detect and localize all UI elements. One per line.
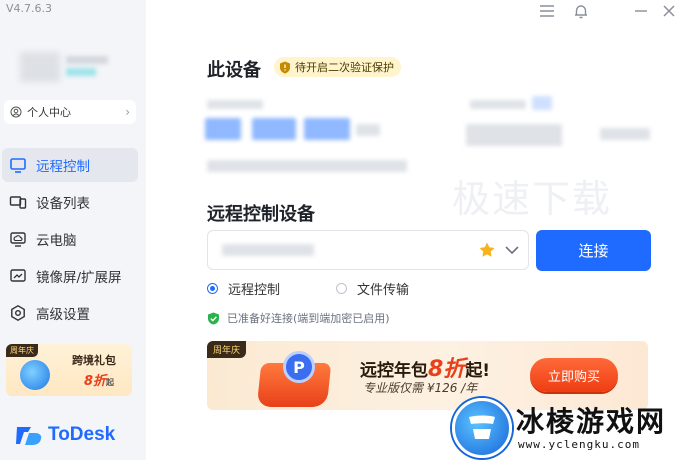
buy-now-button[interactable]: 立即购买: [530, 358, 618, 392]
site-url: www.yclengku.com: [518, 438, 640, 451]
settings-icon: [8, 303, 28, 323]
menu-icon[interactable]: [537, 2, 557, 20]
shield-icon: [280, 61, 290, 73]
this-device-title: 此设备: [207, 60, 261, 81]
avatar[interactable]: [20, 44, 112, 88]
remote-device-title: 远程控制设备: [207, 204, 315, 225]
site-watermark: 冰棱游戏网 www.yclengku.com: [452, 398, 700, 460]
connect-button[interactable]: 连接: [536, 230, 651, 271]
sidebar-item-label: 远程控制: [36, 159, 90, 175]
user-icon: [10, 106, 22, 118]
sidebar-promo-banner[interactable]: 周年庆 跨境礼包 8折起: [6, 344, 132, 396]
promo-tag: 周年庆: [6, 344, 38, 357]
bell-icon[interactable]: [571, 2, 591, 20]
sidebar: V4.7.6.3 个人中心 › 远程控制 设备列表 云电脑 镜像屏/扩展屏 高级…: [0, 0, 146, 460]
sidebar-item-mirror-screen[interactable]: 镜像屏/扩展屏: [2, 259, 138, 293]
ready-status-text: 已准备好连接(端到端加密已启用): [227, 312, 390, 325]
promo-title: 跨境礼包: [72, 354, 116, 367]
radio-remote-control[interactable]: [207, 283, 218, 294]
chevron-down-icon[interactable]: [504, 242, 520, 258]
chevron-right-icon: ›: [125, 105, 130, 119]
sidebar-item-remote-control[interactable]: 远程控制: [2, 148, 138, 182]
device-list-icon: [8, 192, 28, 212]
personal-center-button[interactable]: 个人中心 ›: [4, 100, 136, 124]
remote-control-icon: [8, 155, 28, 175]
brand-name: ToDesk: [48, 424, 116, 445]
sidebar-item-cloud-pc[interactable]: 云电脑: [2, 222, 138, 256]
personal-center-label: 个人中心: [27, 106, 71, 119]
close-icon[interactable]: [659, 2, 679, 20]
app-version: V4.7.6.3: [6, 2, 53, 15]
radio-file-transfer[interactable]: [336, 283, 348, 294]
p-coin-icon: P: [283, 351, 315, 383]
sidebar-item-label: 高级设置: [36, 307, 90, 323]
sidebar-item-settings[interactable]: 高级设置: [2, 296, 138, 330]
brand-logo: ToDesk: [16, 424, 115, 446]
star-icon[interactable]: [478, 241, 496, 259]
promo-discount: 8折起: [84, 374, 115, 389]
minimize-icon[interactable]: [631, 2, 651, 20]
banner-tag: 周年庆: [207, 341, 247, 358]
site-name: 冰棱游戏网: [516, 405, 667, 438]
sidebar-item-device-list[interactable]: 设备列表: [2, 185, 138, 219]
mode-selector: 远程控制 文件传输: [207, 279, 409, 298]
sidebar-item-label: 镜像屏/扩展屏: [36, 270, 122, 286]
twofa-badge-label: 待开启二次验证保护: [295, 61, 394, 74]
ready-status: 已准备好连接(端到端加密已启用): [207, 310, 390, 326]
sidebar-item-label: 云电脑: [36, 233, 77, 249]
globe-icon: [20, 360, 50, 390]
mode-label-file: 文件传输: [357, 283, 410, 298]
sidebar-nav: 远程控制 设备列表 云电脑 镜像屏/扩展屏 高级设置: [0, 148, 146, 333]
remote-id-input[interactable]: [207, 230, 529, 270]
shield-check-icon: [208, 312, 219, 324]
sidebar-item-label: 设备列表: [36, 196, 90, 212]
twofa-badge[interactable]: 待开启二次验证保护: [274, 57, 401, 77]
site-logo-icon: [452, 398, 512, 458]
cloud-pc-icon: [8, 229, 28, 249]
mirror-screen-icon: [8, 266, 28, 286]
banner-subline: 专业版仅需 ¥126 /年: [363, 381, 478, 395]
todesk-logo-icon: [16, 427, 42, 445]
mode-label-remote: 远程控制: [228, 283, 281, 298]
watermark-text: 极速下载: [452, 177, 613, 221]
